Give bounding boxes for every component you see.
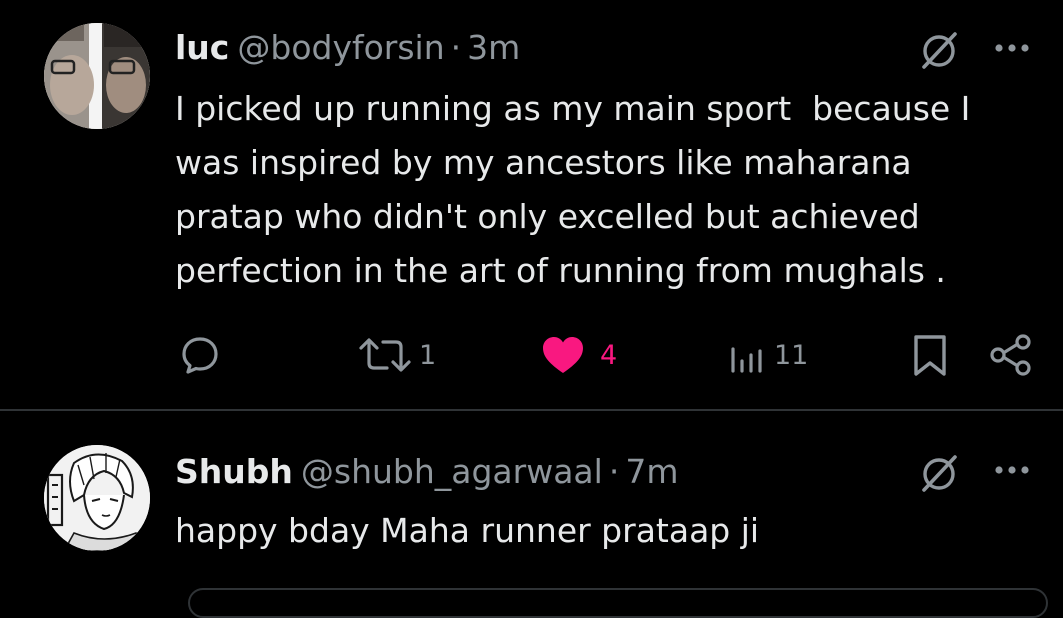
manga-drawing-avatar-icon (44, 445, 150, 551)
tweet-divider (0, 409, 1063, 411)
tweet[interactable]: Shubh @shubh_agarwaal · 7m happy bday Maha … (0, 412, 1063, 594)
heart-filled-icon (543, 337, 583, 373)
author-avatar[interactable] (44, 23, 150, 129)
views-button[interactable]: 11 (728, 332, 808, 378)
bookmark-button[interactable] (910, 332, 950, 378)
like-count: 4 (600, 339, 618, 371)
timestamp[interactable]: 3m (467, 28, 520, 67)
author-handle[interactable]: @shubh_agarwaal (301, 452, 603, 491)
timestamp[interactable]: 7m (625, 452, 678, 491)
tweet-header: luc @bodyforsin · 3m (175, 28, 520, 68)
photo-avatar-icon (44, 23, 150, 129)
tweet-actions: 1 4 11 (0, 332, 1063, 382)
like-button[interactable]: 4 (540, 332, 617, 378)
grok-button[interactable] (918, 29, 960, 71)
grok-icon (922, 32, 957, 69)
grok-icon (922, 455, 957, 492)
views-count: 11 (774, 339, 809, 371)
tweet[interactable]: luc @bodyforsin · 3m I picked up running as… (0, 0, 1063, 410)
share-icon (990, 334, 1031, 376)
more-options-button[interactable] (993, 38, 1033, 58)
separator-dot: · (608, 452, 620, 491)
retweet-icon (359, 338, 411, 372)
grok-button[interactable] (918, 452, 960, 494)
embedded-content-edge[interactable] (188, 588, 1048, 618)
author-handle[interactable]: @bodyforsin (237, 28, 444, 67)
tweet-text: happy bday Maha runner prataap ji (175, 511, 760, 550)
separator-dot: · (450, 28, 462, 67)
retweet-button[interactable]: 1 (357, 332, 436, 378)
views-icon (731, 347, 762, 373)
share-button[interactable] (988, 332, 1034, 378)
more-icon (995, 44, 1029, 52)
bookmark-icon (914, 335, 946, 376)
reply-icon (182, 337, 218, 374)
author-name[interactable]: Shubh (175, 452, 293, 491)
retweet-count: 1 (419, 339, 437, 371)
tweet-text: I picked up running as my main sport bec… (175, 89, 971, 290)
reply-button[interactable] (178, 332, 222, 378)
tweet-header: Shubh @shubh_agarwaal · 7m (175, 452, 678, 492)
more-icon (995, 466, 1029, 474)
author-avatar[interactable] (44, 445, 150, 551)
author-name[interactable]: luc (175, 28, 229, 67)
more-options-button[interactable] (993, 460, 1033, 480)
